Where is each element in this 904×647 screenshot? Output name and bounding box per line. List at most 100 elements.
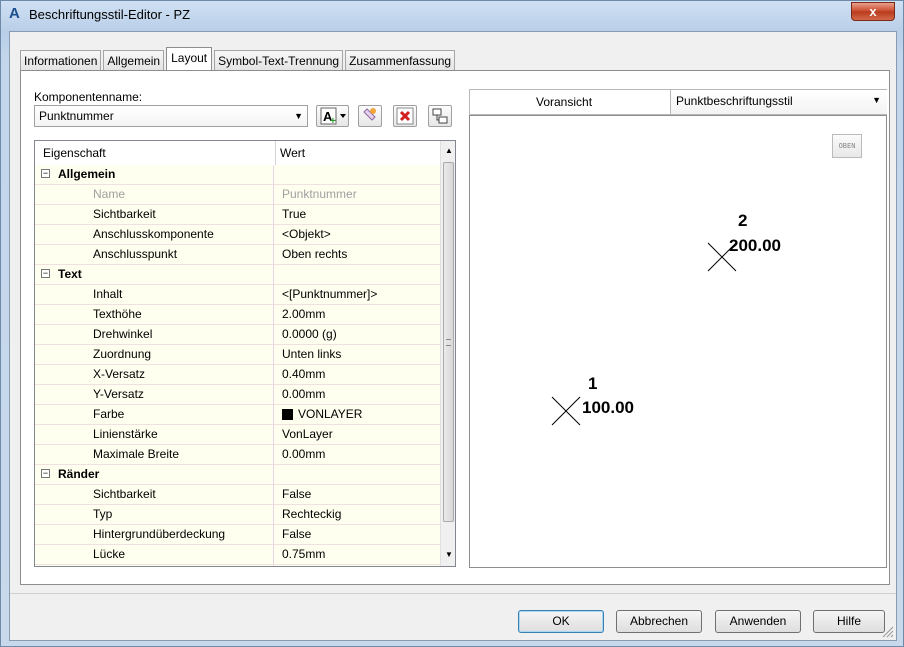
row-gutter [35,365,54,384]
copy-component-button[interactable] [358,105,382,127]
property-name: Texthöhe [54,305,274,324]
property-name: Sichtbarkeit [54,205,274,224]
help-button[interactable]: Hilfe [813,610,885,633]
property-name: Maximale Breite [54,445,274,464]
component-order-button[interactable] [428,105,452,127]
tab-zusammenfassung[interactable]: Zusammenfassung [345,50,456,71]
cancel-button[interactable]: Abbrechen [616,610,702,633]
property-name: Hintergrundüberdeckung [54,525,274,544]
property-column-header[interactable]: Eigenschaft [43,146,106,160]
collapse-icon[interactable]: − [41,169,50,178]
collapse-icon[interactable]: − [41,469,50,478]
property-name: Text [54,265,274,284]
scroll-up-arrow-icon[interactable]: ▲ [445,146,453,155]
property-value[interactable]: 0.00mm [274,445,440,464]
table-row[interactable]: Anschlusspunkt Oben rechts [35,245,440,265]
resize-grip-icon[interactable] [881,625,895,639]
property-value[interactable]: Oben rechts [274,245,440,264]
point-number-label: 2 [738,211,748,230]
row-gutter [35,305,54,324]
apply-button[interactable]: Anwenden [715,610,801,633]
preview-style-value: Punktbeschriftungsstil [676,94,793,108]
property-value[interactable]: VonLayer [274,425,440,444]
value-column-header[interactable]: Wert [280,146,305,160]
table-row[interactable]: Anschlusskomponente <Objekt> [35,225,440,245]
property-value[interactable]: False [274,525,440,544]
grid-category-row[interactable]: − Allgemein [35,165,440,185]
view-cube-top-badge[interactable]: OBEN [832,134,862,158]
property-value[interactable]: 0.00mm [274,385,440,404]
property-name: Linienstärke [54,425,274,444]
table-row[interactable]: Hintergrundüberdeckung False [35,525,440,545]
property-value[interactable]: Unten links [274,345,440,364]
row-gutter [35,405,54,424]
table-row[interactable]: Typ Rechteckig [35,505,440,525]
tab-informationen[interactable]: Informationen [20,50,102,71]
table-row[interactable]: Y-Versatz 0.00mm [35,385,440,405]
grid-category-row[interactable]: − Text [35,265,440,285]
tab-allgemein[interactable]: Allgemein [103,50,165,71]
tab-layout[interactable]: Layout [166,47,213,71]
property-name: X-Versatz [54,365,274,384]
table-row[interactable]: Lücke 0.75mm [35,545,440,565]
collapse-icon[interactable]: − [41,269,50,278]
title-bar[interactable]: A Beschriftungsstil-Editor - PZ x [1,1,903,31]
table-row[interactable]: X-Versatz 0.40mm [35,365,440,385]
property-name: Y-Versatz [54,385,274,404]
row-gutter [35,525,54,544]
ok-button[interactable]: OK [518,610,604,633]
table-row[interactable]: Maximale Breite 0.00mm [35,445,440,465]
property-value[interactable]: Rechteckig [274,505,440,524]
svg-text:+: + [330,116,336,126]
add-component-button[interactable]: A + [316,105,349,127]
preview-label: Voransicht [536,95,593,109]
property-value [274,265,440,284]
property-value[interactable]: True [274,205,440,224]
dialog-window: A Beschriftungsstil-Editor - PZ x Inform… [0,0,904,647]
point-elevation-label: 100.00 [582,398,634,417]
table-row[interactable]: Farbe VONLAYER [35,405,440,425]
scrollbar-thumb[interactable] [443,162,454,522]
property-value[interactable]: 0.75mm [274,545,440,564]
property-value[interactable]: 0.0000 (g) [274,325,440,344]
table-row[interactable]: Name Punktnummer [35,185,440,205]
row-gutter [35,225,54,244]
preview-style-select[interactable]: Punktbeschriftungsstil ▼ [670,90,887,114]
property-value [274,165,440,184]
property-value[interactable]: False [274,485,440,504]
preview-canvas[interactable]: OBEN 2 200.00 1 100.00 [469,115,887,568]
property-grid: Eigenschaft Wert − Allgemein Name Punktnumm… [34,140,456,567]
color-swatch-icon [282,409,293,421]
grid-scrollbar[interactable]: ▲ ▼ [440,141,455,566]
row-gutter [35,185,54,204]
table-row[interactable]: Drehwinkel 0.0000 (g) [35,325,440,345]
scroll-down-arrow-icon[interactable]: ▼ [445,550,453,559]
property-value[interactable]: VONLAYER [274,405,440,424]
delete-component-button[interactable] [393,105,417,127]
table-row[interactable]: Zuordnung Unten links [35,345,440,365]
property-name: Lücke [54,545,274,564]
property-value[interactable]: <Objekt> [274,225,440,244]
property-value [274,465,440,484]
property-value[interactable]: <[Punktnummer]> [274,285,440,304]
property-value[interactable]: Punktnummer [274,185,440,204]
tab-symbol-text-trennung[interactable]: Symbol-Text-Trennung [214,50,344,71]
row-gutter [35,545,54,564]
table-row[interactable]: Sichtbarkeit False [35,485,440,505]
table-row[interactable] [35,565,440,566]
row-gutter [35,205,54,224]
table-row[interactable]: Texthöhe 2.00mm [35,305,440,325]
component-name-value: Punktnummer [39,109,114,123]
property-name [54,565,274,566]
grid-category-row[interactable]: − Ränder [35,465,440,485]
table-row[interactable]: Linienstärke VonLayer [35,425,440,445]
property-value[interactable] [274,565,440,566]
close-button[interactable]: x [851,2,895,21]
property-value[interactable]: 2.00mm [274,305,440,324]
table-row[interactable]: Sichtbarkeit True [35,205,440,225]
property-value[interactable]: 0.40mm [274,365,440,384]
component-name-select[interactable]: Punktnummer ▼ [34,105,308,127]
row-gutter [35,325,54,344]
property-name: Anschlusskomponente [54,225,274,244]
table-row[interactable]: Inhalt <[Punktnummer]> [35,285,440,305]
